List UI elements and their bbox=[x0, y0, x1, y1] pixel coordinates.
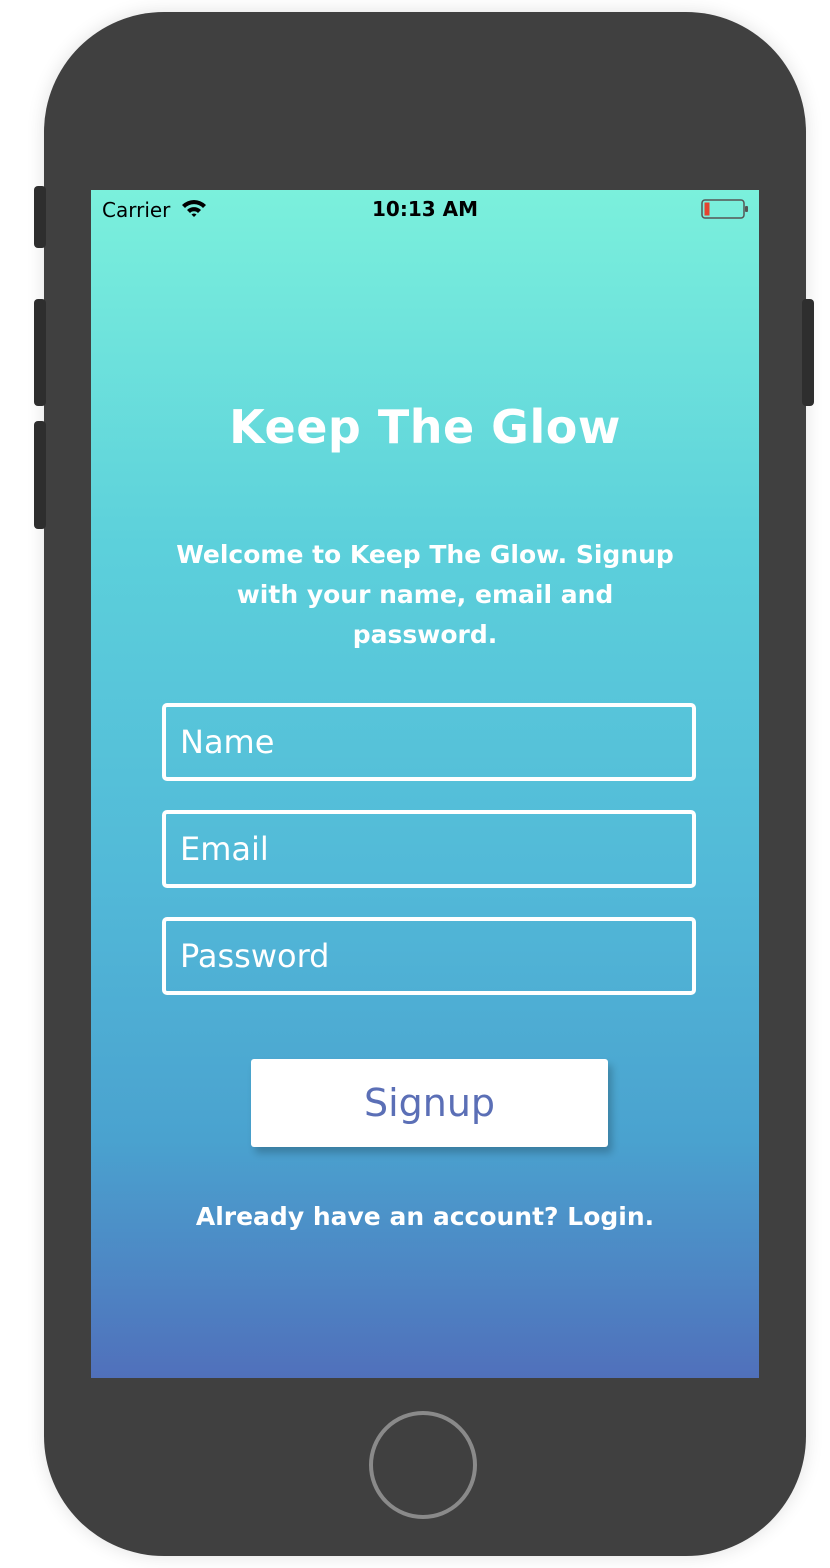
password-input[interactable] bbox=[166, 921, 692, 991]
clock: 10:13 AM bbox=[371, 197, 478, 221]
password-field[interactable] bbox=[162, 917, 696, 995]
welcome-message: Welcome to Keep The Glow. Signup with yo… bbox=[165, 535, 685, 655]
battery-low-icon bbox=[701, 198, 749, 224]
name-input[interactable] bbox=[166, 707, 692, 777]
volume-up-button bbox=[34, 299, 46, 406]
gradient-background bbox=[91, 190, 759, 1378]
name-field[interactable] bbox=[162, 703, 696, 781]
app-title: Keep The Glow bbox=[229, 400, 621, 454]
mute-switch bbox=[34, 186, 46, 248]
power-button bbox=[802, 299, 814, 406]
app-screen: Carrier 10:13 AM Keep The Glow Welcome t… bbox=[91, 190, 759, 1378]
welcome-line-2: with your name, email and password. bbox=[236, 580, 614, 649]
login-link[interactable]: Already have an account? Login. bbox=[91, 1202, 759, 1231]
signup-button-label: Signup bbox=[363, 1081, 496, 1125]
volume-down-button bbox=[34, 421, 46, 529]
welcome-line-1: Welcome to Keep The Glow. Signup bbox=[176, 540, 674, 569]
email-field[interactable] bbox=[162, 810, 696, 888]
email-input[interactable] bbox=[166, 814, 692, 884]
status-bar: Carrier 10:13 AM bbox=[91, 190, 759, 230]
home-button[interactable] bbox=[369, 1411, 477, 1519]
signup-button[interactable]: Signup bbox=[251, 1059, 608, 1147]
